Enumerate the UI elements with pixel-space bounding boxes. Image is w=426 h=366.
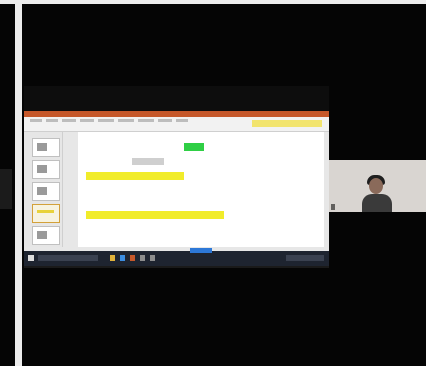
windows-taskbar <box>24 248 329 266</box>
participant-body <box>362 194 392 212</box>
powerpoint-icon[interactable] <box>130 255 135 261</box>
search-box-icon[interactable] <box>38 255 98 261</box>
left-video-tile[interactable] <box>0 4 15 366</box>
ribbon-tab-slideshow[interactable] <box>138 119 154 122</box>
ppt-ribbon <box>24 117 329 132</box>
ribbon-tab-file[interactable] <box>30 119 42 122</box>
taskbar-app-icon[interactable] <box>150 255 155 261</box>
participant-name-tag <box>331 204 335 210</box>
file-explorer-icon[interactable] <box>110 255 115 261</box>
slide-thumbnail[interactable] <box>32 160 60 179</box>
ribbon-tab-home[interactable] <box>46 119 58 122</box>
browser-icon[interactable] <box>120 255 125 261</box>
slide-thumbnail[interactable] <box>32 138 60 157</box>
slide-text-1 <box>90 190 260 196</box>
slide-heading-2 <box>86 211 224 219</box>
powerpoint-window <box>24 111 329 266</box>
share-bottom-bar <box>24 266 329 268</box>
ribbon-tab-design[interactable] <box>80 119 94 122</box>
slide-canvas <box>78 132 324 247</box>
slide-thumbnail-pane <box>24 132 63 247</box>
windows-logo-icon[interactable] <box>28 255 34 261</box>
taskbar-app-icon[interactable] <box>140 255 145 261</box>
ribbon-search-box[interactable] <box>252 120 322 127</box>
ribbon-tab-view[interactable] <box>176 119 188 122</box>
tile-divider <box>15 0 22 366</box>
sharing-indicator[interactable] <box>190 248 212 253</box>
ribbon-tab-animations[interactable] <box>118 119 134 122</box>
slide-badge <box>184 143 204 151</box>
system-tray-icon[interactable] <box>286 255 324 261</box>
slide-thumbnail[interactable] <box>32 182 60 201</box>
ribbon-tab-review[interactable] <box>158 119 172 122</box>
participant-video-tile[interactable] <box>329 160 426 212</box>
slide-date-box <box>132 158 164 165</box>
participant-face <box>369 178 383 194</box>
ribbon-tab-transitions[interactable] <box>98 119 114 122</box>
slide-thumbnail[interactable] <box>32 226 60 245</box>
ribbon-tab-insert[interactable] <box>62 119 76 122</box>
slide-text-2 <box>90 229 266 235</box>
left-tile-preview <box>0 169 12 209</box>
slide-heading-1 <box>86 172 184 180</box>
slide-thumbnail-selected[interactable] <box>32 204 60 223</box>
